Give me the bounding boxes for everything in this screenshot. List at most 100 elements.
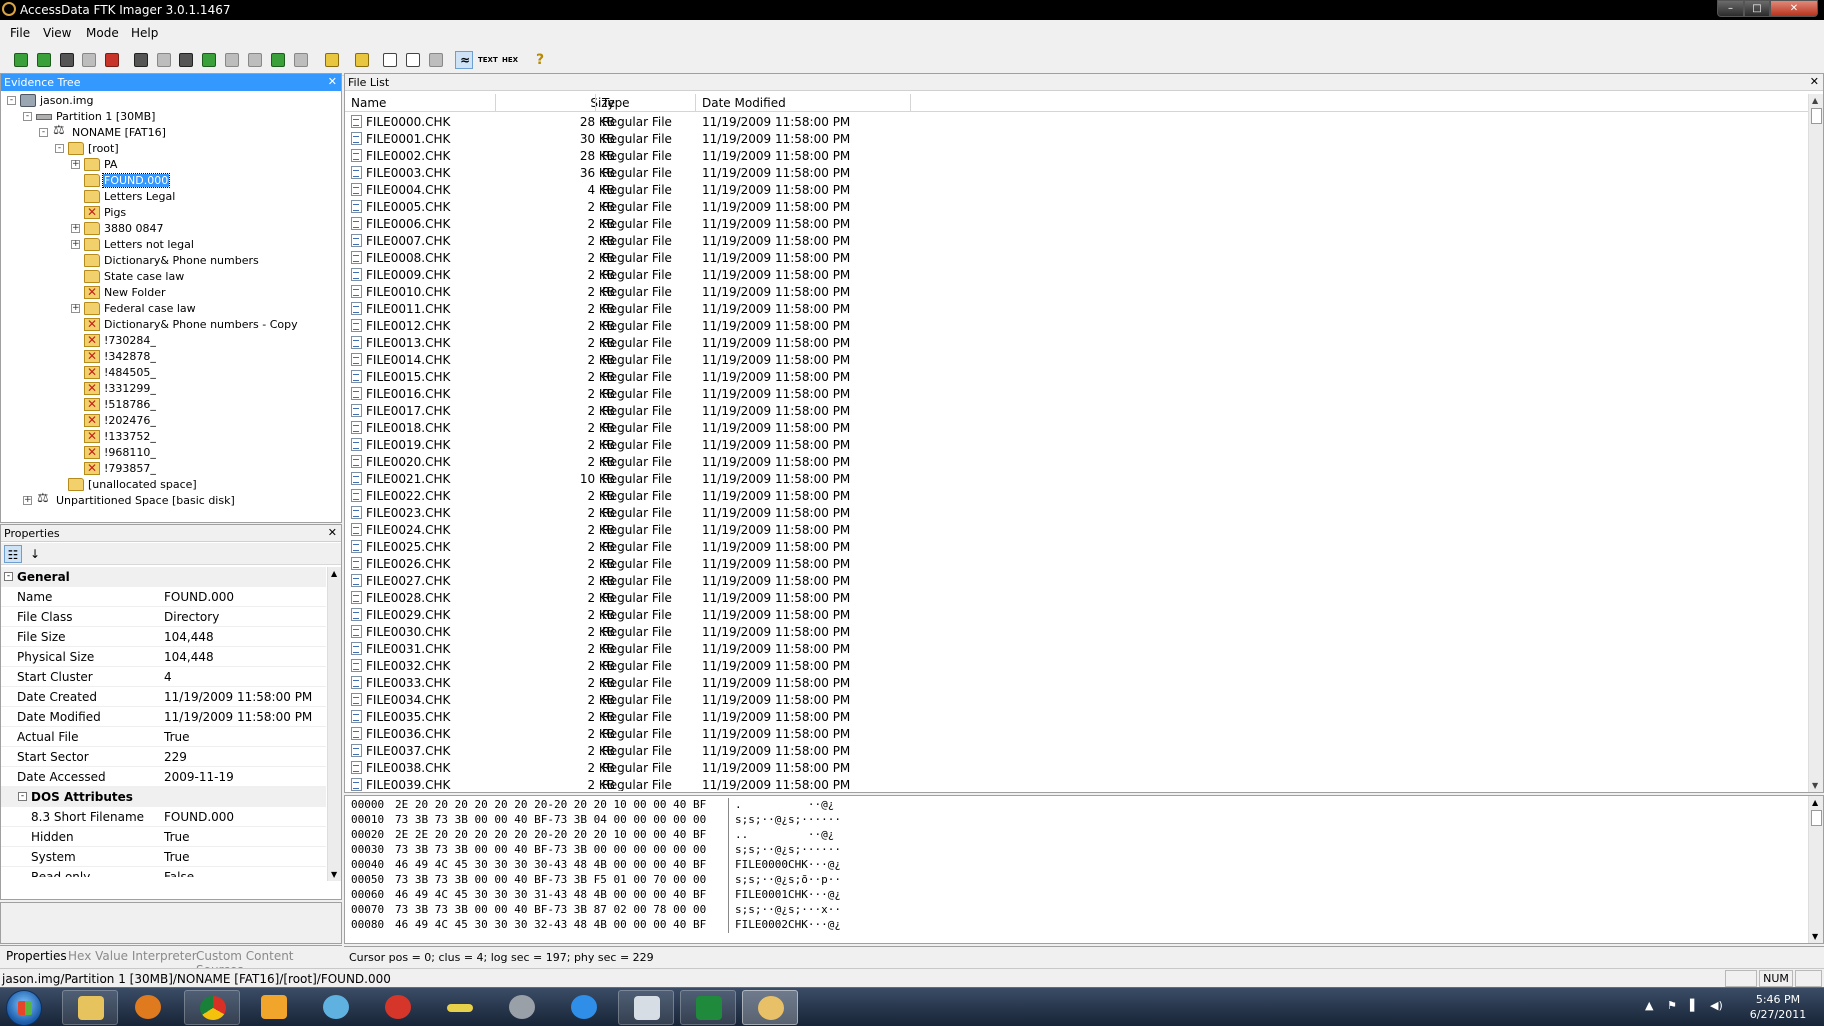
table-row[interactable]: FILE0001.CHK 30 KB Regular File 11/19/2009 …	[345, 130, 1810, 147]
column-divider[interactable]	[495, 94, 496, 112]
table-row[interactable]: FILE0002.CHK 28 KB Regular File 11/19/2009 …	[345, 147, 1810, 164]
taskbar-office-outlook[interactable]	[246, 990, 302, 1025]
table-row[interactable]: FILE0010.CHK 2 KB Regular File 11/19/2009 1…	[345, 283, 1810, 300]
table-row[interactable]: FILE0014.CHK 2 KB Regular File 11/19/2009 1…	[345, 351, 1810, 368]
help-icon[interactable]: ?	[531, 51, 549, 69]
table-row[interactable]: FILE0004.CHK 4 KB Regular File 11/19/2009 1…	[345, 181, 1810, 198]
collapse-icon[interactable]: -	[55, 144, 64, 153]
table-row[interactable]: FILE0008.CHK 2 KB Regular File 11/19/2009 1…	[345, 249, 1810, 266]
table-row[interactable]: FILE0030.CHK 2 KB Regular File 11/19/2009 1…	[345, 623, 1810, 640]
taskbar-mozilla-thunderbird[interactable]	[370, 990, 426, 1025]
minimize-button[interactable]: –	[1717, 0, 1744, 17]
auto-view-icon[interactable]: ≈	[455, 51, 473, 69]
table-row[interactable]: FILE0020.CHK 2 KB Regular File 11/19/2009 1…	[345, 453, 1810, 470]
collapse-icon[interactable]: -	[7, 96, 16, 105]
property-row[interactable]: Date Modified 11/19/2009 11:58:00 PM	[1, 707, 326, 727]
detect-efs-icon[interactable]	[353, 51, 371, 69]
column-divider[interactable]	[595, 94, 596, 112]
maximize-button[interactable]: □	[1744, 0, 1770, 17]
collapse-icon[interactable]: -	[18, 792, 27, 801]
property-row[interactable]: File Size 104,448	[1, 627, 326, 647]
create-custom-content-image-icon[interactable]	[223, 51, 241, 69]
start-button[interactable]	[6, 990, 42, 1026]
scroll-thumb[interactable]	[1811, 108, 1822, 124]
table-row[interactable]: FILE0037.CHK 2 KB Regular File 11/19/2009 1…	[345, 742, 1810, 759]
table-row[interactable]: FILE0012.CHK 2 KB Regular File 11/19/2009 1…	[345, 317, 1810, 334]
scroll-down-icon[interactable]: ▼	[331, 870, 337, 879]
scroll-down-icon[interactable]: ▼	[1812, 781, 1818, 790]
table-row[interactable]: FILE0035.CHK 2 KB Regular File 11/19/2009 1…	[345, 708, 1810, 725]
table-row[interactable]: FILE0015.CHK 2 KB Regular File 11/19/2009 1…	[345, 368, 1810, 385]
add-all-evidence-icon[interactable]	[35, 51, 53, 69]
property-row[interactable]: Read only False	[1, 867, 326, 877]
clock[interactable]: 5:46 PM 6/27/2011	[1738, 992, 1818, 1022]
expand-icon[interactable]: +	[71, 304, 80, 313]
table-row[interactable]: FILE0025.CHK 2 KB Regular File 11/19/2009 1…	[345, 538, 1810, 555]
table-row[interactable]: FILE0011.CHK 2 KB Regular File 11/19/2009 1…	[345, 300, 1810, 317]
tab-hex-value-interpreter[interactable]: Hex Value Interpreter	[68, 949, 197, 963]
property-row[interactable]: Hidden True	[1, 827, 326, 847]
table-row[interactable]: FILE0027.CHK 2 KB Regular File 11/19/2009 1…	[345, 572, 1810, 589]
column-divider[interactable]	[695, 94, 696, 112]
taskbar-network-tool[interactable]	[308, 990, 364, 1025]
add-evidence-icon[interactable]	[12, 51, 30, 69]
table-row[interactable]: FILE0006.CHK 2 KB Regular File 11/19/2009 1…	[345, 215, 1810, 232]
remove-evidence-icon[interactable]	[80, 51, 98, 69]
volume-icon[interactable]: ◀)	[1710, 999, 1723, 1012]
expand-icon[interactable]: +	[71, 224, 80, 233]
table-row[interactable]: FILE0003.CHK 36 KB Regular File 11/19/2009 …	[345, 164, 1810, 181]
action-center-icon[interactable]: ⚑	[1667, 999, 1677, 1012]
table-row[interactable]: FILE0018.CHK 2 KB Regular File 11/19/2009 1…	[345, 419, 1810, 436]
close-icon[interactable]: ✕	[1810, 75, 1819, 88]
table-row[interactable]: FILE0022.CHK 2 KB Regular File 11/19/2009 1…	[345, 487, 1810, 504]
property-row[interactable]: File Class Directory	[1, 607, 326, 627]
table-row[interactable]: FILE0000.CHK 28 KB Regular File 11/19/2009 …	[345, 113, 1810, 130]
image-mounting-icon[interactable]	[58, 51, 76, 69]
export-logical-image-icon[interactable]	[177, 51, 195, 69]
table-row[interactable]: FILE0039.CHK 2 KB Regular File 11/19/2009 1…	[345, 776, 1810, 791]
taskbar-usb-device[interactable]	[432, 990, 488, 1025]
export-files-icon[interactable]	[381, 51, 399, 69]
table-row[interactable]: FILE0033.CHK 2 KB Regular File 11/19/2009 1…	[345, 674, 1810, 691]
taskbar-internet-explorer[interactable]	[556, 990, 612, 1025]
table-row[interactable]: FILE0007.CHK 2 KB Regular File 11/19/2009 1…	[345, 232, 1810, 249]
show-hidden-icons-icon[interactable]: ▲	[1645, 999, 1653, 1012]
property-category[interactable]: - DOS Attributes	[1, 787, 326, 807]
collapse-icon[interactable]: -	[39, 128, 48, 137]
add-to-custom-content-icon[interactable]	[200, 51, 218, 69]
column-date-modified[interactable]: Date Modified	[702, 96, 786, 110]
taskbar-ftk-imager[interactable]	[742, 990, 798, 1025]
property-row[interactable]: 8.3 Short Filename FOUND.000	[1, 807, 326, 827]
table-row[interactable]: FILE0013.CHK 2 KB Regular File 11/19/2009 1…	[345, 334, 1810, 351]
taskbar-microsoft-excel[interactable]	[680, 990, 736, 1025]
table-row[interactable]: FILE0019.CHK 2 KB Regular File 11/19/2009 1…	[345, 436, 1810, 453]
scroll-up-icon[interactable]: ▲	[331, 569, 337, 578]
decrypt-icon[interactable]	[246, 51, 264, 69]
collapse-icon[interactable]: -	[23, 112, 32, 121]
sort-alphabetical-icon[interactable]: ↓	[26, 545, 44, 563]
close-button[interactable]: ✕	[1770, 0, 1818, 17]
taskbar-google-chrome[interactable]	[184, 990, 240, 1025]
property-row[interactable]: Physical Size 104,448	[1, 647, 326, 667]
column-divider[interactable]	[910, 94, 911, 112]
export-directory-listing-icon[interactable]	[427, 51, 445, 69]
table-row[interactable]: FILE0029.CHK 2 KB Regular File 11/19/2009 1…	[345, 606, 1810, 623]
file-list-scrollbar[interactable]: ▲ ▼	[1808, 94, 1823, 792]
column-type[interactable]: Type	[602, 96, 630, 110]
scroll-down-icon[interactable]: ▼	[1812, 932, 1818, 941]
taskbar-windows-explorer[interactable]	[62, 990, 118, 1025]
expand-icon[interactable]: +	[71, 240, 80, 249]
hex-scrollbar[interactable]: ▲ ▼	[1808, 796, 1823, 943]
table-row[interactable]: FILE0028.CHK 2 KB Regular File 11/19/2009 1…	[345, 589, 1810, 606]
table-row[interactable]: FILE0024.CHK 2 KB Regular File 11/19/2009 1…	[345, 521, 1810, 538]
table-row[interactable]: FILE0036.CHK 2 KB Regular File 11/19/2009 1…	[345, 725, 1810, 742]
export-hash-list-icon[interactable]	[404, 51, 422, 69]
property-row[interactable]: Actual File True	[1, 727, 326, 747]
menu-view[interactable]: View	[43, 26, 71, 40]
taskbar-gps-tool[interactable]	[494, 990, 550, 1025]
categorized-icon[interactable]: ☷	[4, 545, 22, 563]
expand-icon[interactable]: +	[23, 496, 32, 505]
table-row[interactable]: FILE0038.CHK 2 KB Regular File 11/19/2009 1…	[345, 759, 1810, 776]
tab-properties[interactable]: Properties	[6, 949, 67, 963]
collapse-icon[interactable]: -	[4, 572, 13, 581]
